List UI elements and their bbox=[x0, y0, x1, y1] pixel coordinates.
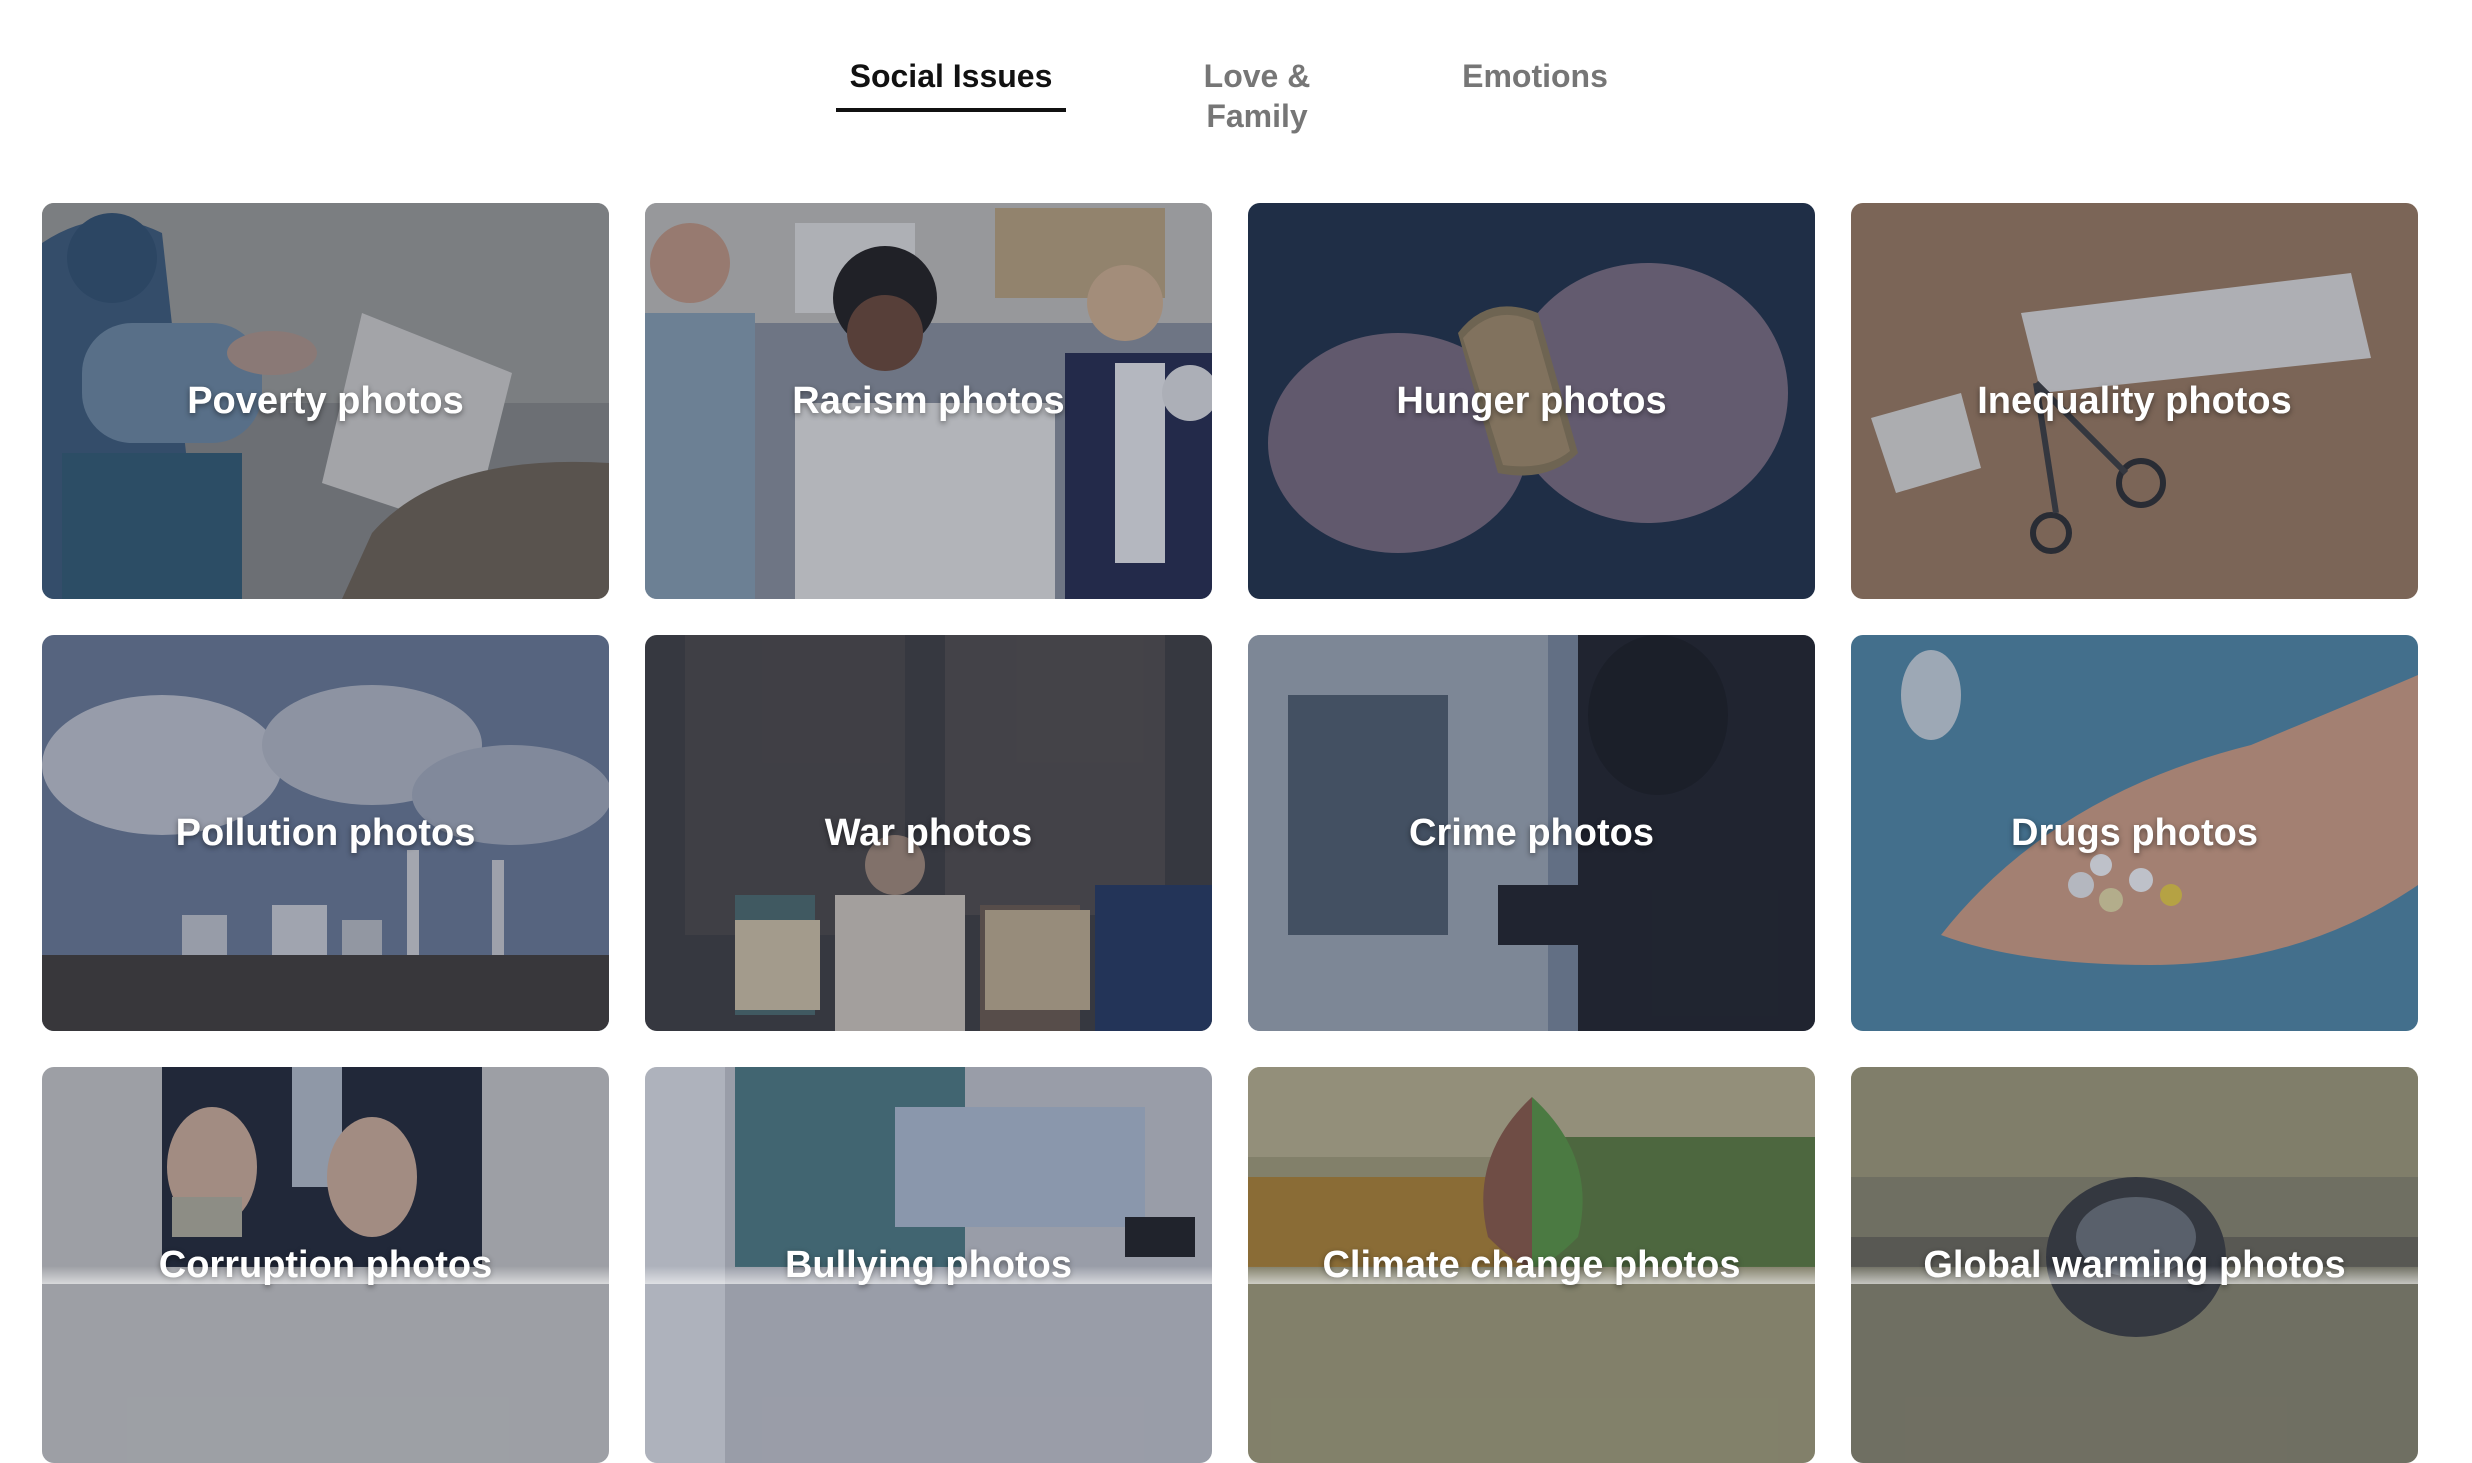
category-tabs: Social Issues Love & Family Emotions bbox=[0, 0, 2472, 134]
category-card-climate-change[interactable]: Climate change photos bbox=[1248, 1067, 1815, 1463]
category-card-corruption[interactable]: Corruption photos bbox=[42, 1067, 609, 1463]
category-card-bullying[interactable]: Bullying photos bbox=[645, 1067, 1212, 1463]
tab-emotions[interactable]: Emotions bbox=[1454, 56, 1616, 114]
tab-social-issues[interactable]: Social Issues bbox=[836, 56, 1066, 114]
category-card-poverty[interactable]: Poverty photos bbox=[42, 203, 609, 599]
card-label: Climate change photos bbox=[1322, 1243, 1741, 1286]
card-label: Global warming photos bbox=[1923, 1243, 2346, 1286]
bottom-fade bbox=[0, 1266, 2472, 1284]
category-card-global-warming[interactable]: Global warming photos bbox=[1851, 1067, 2418, 1463]
category-card-drugs[interactable]: Drugs photos bbox=[1851, 635, 2418, 1031]
card-label: Corruption photos bbox=[158, 1243, 493, 1286]
category-card-crime[interactable]: Crime photos bbox=[1248, 635, 1815, 1031]
card-label: Inequality photos bbox=[1977, 379, 2292, 422]
category-card-hunger[interactable]: Hunger photos bbox=[1248, 203, 1815, 599]
card-label: Crime photos bbox=[1409, 811, 1654, 854]
card-label: Bullying photos bbox=[784, 1243, 1073, 1286]
category-card-war[interactable]: War photos bbox=[645, 635, 1212, 1031]
card-label: Poverty photos bbox=[187, 379, 464, 422]
tab-love-family[interactable]: Love & Family bbox=[1150, 56, 1364, 134]
card-label: War photos bbox=[824, 811, 1033, 854]
category-card-pollution[interactable]: Pollution photos bbox=[42, 635, 609, 1031]
card-label: Hunger photos bbox=[1396, 379, 1667, 422]
category-card-racism[interactable]: Racism photos bbox=[645, 203, 1212, 599]
category-card-inequality[interactable]: Inequality photos bbox=[1851, 203, 2418, 599]
card-label: Drugs photos bbox=[2011, 811, 2258, 854]
card-label: Racism photos bbox=[792, 379, 1065, 422]
card-label: Pollution photos bbox=[175, 811, 476, 854]
